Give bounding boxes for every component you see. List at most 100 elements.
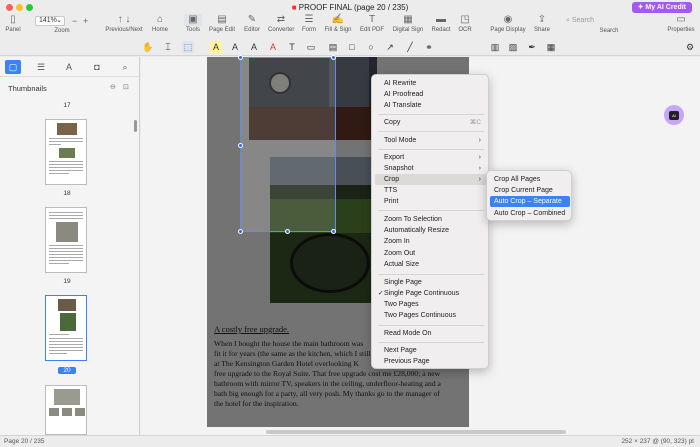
text-select-icon[interactable]: ⌶ <box>162 41 174 53</box>
strikethrough-icon[interactable]: A <box>267 41 279 53</box>
menu-item-next-page[interactable]: Next Page <box>375 345 487 356</box>
hand-icon[interactable]: ✋ <box>142 41 154 53</box>
submenu-item-crop-all-pages[interactable]: Crop All Pages <box>490 174 570 185</box>
thumbnail-page-18[interactable] <box>45 119 87 185</box>
crop-handle-bottom[interactable] <box>285 229 290 234</box>
menu-item-read-mode[interactable]: Read Mode On <box>375 328 487 339</box>
ai-credit-button[interactable]: ✦ My AI Credit <box>631 2 692 13</box>
menu-item-snapshot[interactable]: Snapshot › <box>375 163 487 174</box>
gear-icon[interactable]: ⚙ <box>684 41 696 53</box>
tab-annotations[interactable]: A <box>61 60 77 74</box>
underline-text-icon[interactable]: A <box>248 41 260 53</box>
page-number-20-current: 20 <box>58 367 76 374</box>
context-menu: AI Rewrite AI Proofread AI Translate Cop… <box>371 74 489 369</box>
zoom-out-icon[interactable]: ⊖ <box>110 83 116 91</box>
note-icon[interactable]: ▭ <box>305 41 317 53</box>
image-icon[interactable]: ▨ <box>507 41 519 53</box>
menu-item-previous-page[interactable]: Previous Page <box>375 356 487 367</box>
edit-pdf-button[interactable]: T Edit PDF <box>359 14 385 33</box>
sign-icon[interactable]: ✒ <box>526 41 538 53</box>
tab-attachments[interactable]: ◘ <box>89 60 105 74</box>
menu-item-ai-proofread[interactable]: AI Proofread <box>375 89 487 100</box>
horizontal-scrollbar[interactable] <box>266 430 566 434</box>
menu-divider <box>378 131 484 132</box>
menu-item-two-pages-continuous[interactable]: Two Pages Continuous <box>375 310 487 321</box>
comment-icon[interactable]: ▤ <box>327 41 339 53</box>
tab-thumbnails[interactable]: ▢ <box>5 60 21 74</box>
circle-icon[interactable]: ○ <box>365 41 377 53</box>
menu-item-export[interactable]: Export › <box>375 152 487 163</box>
rectangle-icon[interactable]: □ <box>346 41 358 53</box>
search-input[interactable]: ⌕ Search <box>566 16 656 26</box>
menu-item-zoom-to-selection[interactable]: Zoom To Selection <box>375 214 487 225</box>
submenu-item-crop-current-page[interactable]: Crop Current Page <box>490 185 570 196</box>
menu-item-automatically-resize[interactable]: Automatically Resize <box>375 225 487 236</box>
underline-icon[interactable]: A <box>229 41 241 53</box>
crop-handle-top-right[interactable] <box>331 55 336 60</box>
menu-item-single-page-continuous[interactable]: ✓ Single Page Continuous <box>375 288 487 299</box>
table-icon[interactable]: ▦ <box>545 41 557 53</box>
highlight-icon[interactable]: A <box>210 41 222 53</box>
form-button[interactable]: ☰ Form <box>301 14 317 33</box>
text-box-icon: T <box>368 14 376 25</box>
menu-item-print[interactable]: Print <box>375 196 487 207</box>
crop-submenu: Crop All Pages Crop Current Page Auto Cr… <box>486 170 572 221</box>
expand-icon[interactable]: ⊡ <box>123 83 129 91</box>
submenu-item-auto-crop-separate[interactable]: Auto Crop – Separate <box>490 196 570 207</box>
panel-button[interactable]: ▯ Panel <box>4 14 22 33</box>
fill-sign-button[interactable]: ✍ Fill & Sign <box>324 14 352 33</box>
page-display-button[interactable]: ◉ Page Display <box>490 14 526 33</box>
thumbnail-page-20[interactable] <box>45 295 87 361</box>
menu-item-tool-mode[interactable]: Tool Mode › <box>375 135 487 146</box>
tab-search[interactable]: ⌕ <box>117 60 133 74</box>
menu-item-copy[interactable]: Copy ⌘C <box>375 117 487 128</box>
line-icon[interactable]: ╱ <box>404 41 416 53</box>
ocr-button[interactable]: ◳ OCR <box>456 14 474 33</box>
converter-button[interactable]: ⇄ Converter <box>268 14 294 33</box>
sidebar-scrollbar[interactable] <box>134 120 137 132</box>
menu-item-crop[interactable]: Crop › <box>375 174 487 185</box>
area-select-icon[interactable]: ⬚ <box>182 41 194 53</box>
properties-icon: ▭ <box>676 14 686 25</box>
menu-item-tts[interactable]: TTS <box>375 185 487 196</box>
page-edit-button[interactable]: ▤ Page Edit <box>208 14 236 33</box>
thumbnail-page-21[interactable] <box>45 385 87 435</box>
submenu-item-auto-crop-combined[interactable]: Auto Crop – Combined <box>490 208 570 219</box>
zoom-in-button[interactable]: + <box>83 16 88 26</box>
main-toolbar: ▯ Panel 141% ⌄ − + Zoom ↑ ↓ Previous/Next ⌂… <box>0 14 700 38</box>
crop-handle-bottom-right[interactable] <box>331 229 336 234</box>
prev-next-group[interactable]: ↑ ↓ Previous/Next <box>105 14 143 33</box>
home-button[interactable]: ⌂ Home <box>150 14 170 33</box>
menu-item-ai-translate[interactable]: AI Translate <box>375 100 487 111</box>
convert-icon: ⇄ <box>276 14 286 25</box>
redact-button[interactable]: ▬ Redact <box>431 14 451 33</box>
eye-icon: ◉ <box>503 14 513 25</box>
menu-divider <box>378 210 484 211</box>
properties-button[interactable]: ▭ Properties <box>666 14 696 33</box>
digital-sign-button[interactable]: ▦ Digital Sign <box>391 14 425 33</box>
pencil-icon: ✎ <box>247 14 257 25</box>
ai-assistant-button[interactable]: AI <box>664 105 684 125</box>
paragraph-line: bath big enough for a party, all very po… <box>214 389 440 398</box>
text-icon[interactable]: T <box>286 41 298 53</box>
crop-handle-bottom-left[interactable] <box>238 229 243 234</box>
thumbnail-page-19[interactable] <box>45 207 87 273</box>
tab-outline[interactable]: ☰ <box>33 60 49 74</box>
crop-handle-top-left[interactable] <box>238 55 243 60</box>
menu-item-zoom-in[interactable]: Zoom In <box>375 236 487 247</box>
tools-button[interactable]: ▣ Tools <box>184 14 202 33</box>
menu-item-ai-rewrite[interactable]: AI Rewrite <box>375 78 487 89</box>
stamp-icon[interactable]: ▥ <box>489 41 501 53</box>
arrow-icon[interactable]: ↗ <box>384 41 396 53</box>
menu-item-zoom-out[interactable]: Zoom Out <box>375 248 487 259</box>
menu-item-single-page[interactable]: Single Page <box>375 277 487 288</box>
menu-item-two-pages[interactable]: Two Pages <box>375 299 487 310</box>
crop-selection[interactable] <box>238 55 336 234</box>
link-icon[interactable]: ⚭ <box>423 41 435 53</box>
crop-handle-left[interactable] <box>238 143 243 148</box>
menu-item-actual-size[interactable]: Actual Size <box>375 259 487 270</box>
share-button[interactable]: ⇪ Share <box>532 14 552 33</box>
editor-button[interactable]: ✎ Editor <box>242 14 262 33</box>
zoom-select[interactable]: 141% ⌄ <box>35 16 65 26</box>
zoom-out-button[interactable]: − <box>72 16 77 26</box>
